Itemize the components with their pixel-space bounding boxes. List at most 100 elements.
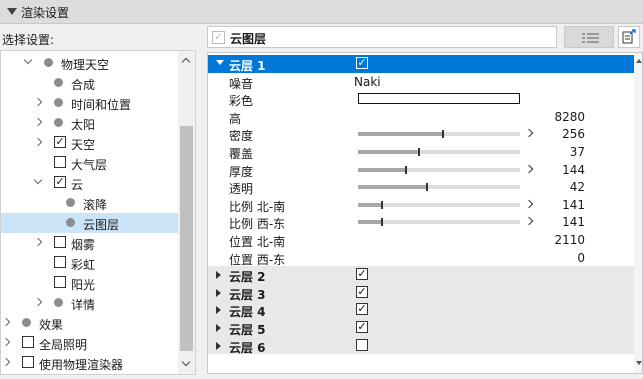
layer-enabled-checkbox[interactable]: ✓ [212,31,225,44]
property-row[interactable]: 高 8280 [208,108,634,126]
slider-knob[interactable] [426,183,429,192]
color-swatch[interactable] [358,93,520,105]
layer-checkbox[interactable]: ✓ [356,268,368,281]
chevron-right-icon[interactable] [33,237,43,247]
property-row[interactable]: 厚度 144 [208,161,634,179]
chevron-right-icon[interactable] [1,357,11,367]
tree-item[interactable]: 烟雾 [1,233,178,253]
tree-item[interactable]: 全局照明 [1,333,178,353]
slider-knob[interactable] [380,200,383,209]
tree-item[interactable]: 详情 [1,293,178,313]
tree-checkbox[interactable] [54,256,66,268]
tree-checkbox[interactable] [54,276,66,288]
chevron-right-icon[interactable] [33,117,43,127]
property-slider[interactable] [358,183,520,192]
panel-header[interactable]: 渲染设置 [0,0,643,24]
grid-scroll-up-icon[interactable] [636,59,642,63]
slider-knob[interactable] [380,218,383,227]
layer-checkbox[interactable]: ✓ [356,57,368,69]
property-value[interactable]: 141 [562,198,585,212]
property-row[interactable]: 噪音 Naki [208,73,634,91]
property-row[interactable]: 彩色 [208,90,634,108]
property-slider[interactable] [358,165,520,174]
layer-checkbox[interactable] [356,338,368,351]
tree-item[interactable]: 时间和位置 [1,93,178,113]
scroll-down-icon[interactable] [181,357,191,367]
layer-name-field[interactable]: ✓ 云图层 [207,26,557,48]
chevron-right-icon[interactable] [33,297,43,307]
property-value[interactable]: 37 [570,145,585,159]
cloud-layer-row[interactable]: 云层 1 ✓ [208,55,634,73]
grid-scrollbar[interactable] [634,53,642,373]
property-row[interactable]: 位置 北-南 2110 [208,231,634,249]
property-row[interactable]: 透明 42 [208,178,634,196]
slider-extend-icon[interactable] [524,164,534,173]
cloud-layer-row[interactable]: 云层 2 ✓ [208,266,634,284]
expand-right-icon[interactable] [216,288,221,297]
property-value[interactable]: 144 [562,163,585,177]
property-value[interactable]: 42 [570,180,585,194]
slider-knob[interactable] [417,148,420,156]
slider-knob[interactable] [404,165,407,174]
expand-right-icon[interactable] [216,306,221,315]
cloud-layer-row[interactable]: 云层 3 ✓ [208,283,634,302]
layer-checkbox[interactable]: ✓ [356,321,368,333]
property-row[interactable]: 比例 西-东 141 [208,213,634,231]
chevron-down-icon[interactable] [33,175,43,185]
property-row[interactable]: 位置 西-东 0 [208,249,634,267]
property-slider[interactable] [358,200,520,209]
property-value[interactable]: 2110 [554,233,585,247]
property-slider[interactable] [358,130,520,139]
property-row[interactable]: 密度 256 [208,125,634,143]
tree-item[interactable]: ✓ 云 [1,173,178,193]
tree-item[interactable]: 合成 [1,73,178,93]
tree-checkbox[interactable] [22,336,34,348]
tree-checkbox[interactable] [54,156,66,168]
slider-extend-icon[interactable] [524,217,534,226]
collapse-triangle-icon[interactable] [7,8,17,15]
property-value[interactable]: 8280 [554,110,585,124]
tree-item[interactable]: 效果 [1,313,178,333]
cloud-layer-row[interactable]: 云层 5 ✓ [208,319,634,337]
export-button[interactable] [618,26,640,48]
expand-right-icon[interactable] [216,341,221,350]
property-row[interactable]: 覆盖 37 [208,143,634,161]
settings-tree[interactable]: 使用物理渲染器 全局照明 效果 详情 阳光 彩虹 烟雾 云图层 滚降 ✓ 云大气层 ✓ 天空 太阳 时间和位… [0,50,196,375]
tree-item[interactable]: 云图层 [1,213,178,233]
slider-extend-icon[interactable] [524,199,534,209]
grid-scroll-down-icon[interactable] [636,361,642,365]
property-row[interactable]: 比例 北-南 141 [208,196,634,214]
expand-down-icon[interactable] [216,60,224,65]
tree-checkbox[interactable] [54,236,66,248]
list-view-button[interactable] [564,26,614,48]
expand-right-icon[interactable] [216,324,221,332]
cloud-layer-row[interactable]: 云层 6 [208,336,634,355]
chevron-right-icon[interactable] [1,337,11,347]
tree-scrollbar[interactable] [178,51,195,374]
chevron-down-icon[interactable] [23,55,33,65]
property-grid[interactable]: 云层 6 云层 5 ✓ 云层 4 ✓ 云层 3 ✓ 云层 2 ✓ 位置 西-东 0 位置 北-南 211… [207,52,643,374]
layer-checkbox[interactable]: ✓ [356,285,368,298]
tree-item[interactable]: 大气层 [1,153,178,173]
slider-knob[interactable] [442,130,445,139]
chevron-right-icon[interactable] [33,137,43,147]
tree-item[interactable]: ✓ 天空 [1,133,178,153]
slider-extend-icon[interactable] [524,129,534,138]
property-value[interactable]: 256 [562,127,585,141]
tree-item[interactable]: 阳光 [1,273,178,293]
property-slider[interactable] [358,218,520,227]
property-slider[interactable] [358,148,520,156]
property-value[interactable]: 0 [577,251,585,265]
scroll-up-icon[interactable] [181,57,191,67]
chevron-right-icon[interactable] [1,317,11,327]
tree-item[interactable]: 太阳 [1,113,178,133]
scroll-thumb[interactable] [180,126,193,351]
tree-item[interactable]: 滚降 [1,193,178,213]
tree-checkbox[interactable]: ✓ [54,176,66,188]
tree-item[interactable]: 彩虹 [1,253,178,273]
noise-value[interactable]: Naki [354,75,381,89]
property-value[interactable]: 141 [562,215,585,229]
tree-checkbox[interactable] [22,356,34,368]
chevron-right-icon[interactable] [33,97,43,107]
expand-right-icon[interactable] [216,271,221,280]
